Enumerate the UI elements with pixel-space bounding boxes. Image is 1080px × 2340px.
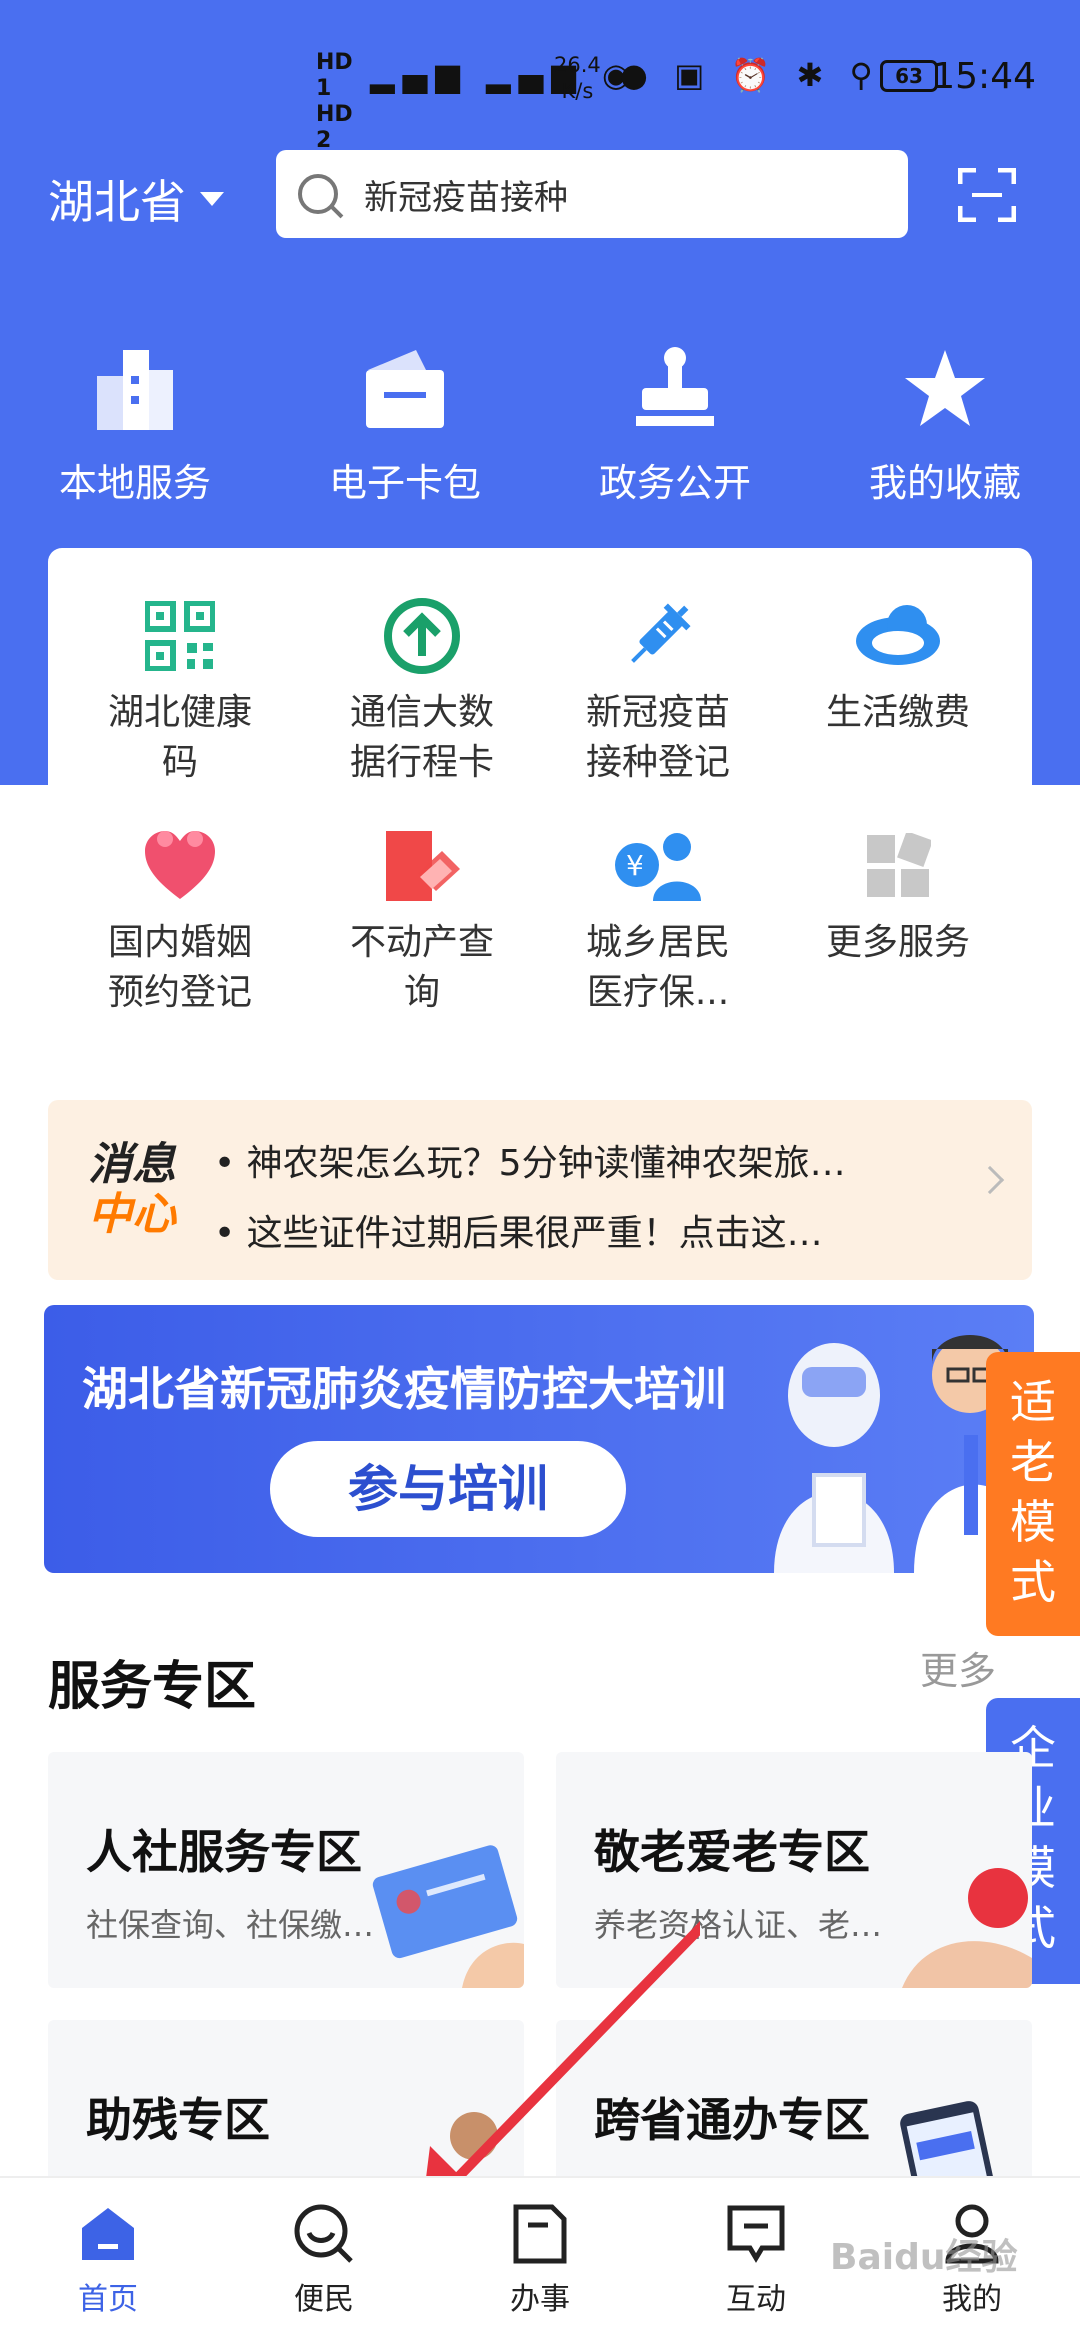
watermark: Baidu经验 bbox=[830, 2237, 1018, 2278]
network-speed: 26.4 K/s bbox=[554, 53, 601, 103]
service-label: 国内婚姻 预约登记 bbox=[107, 922, 252, 1013]
elder-mode-tab[interactable]: 适 老 模 式 bbox=[986, 1352, 1080, 1636]
province-selector[interactable]: 湖北省 bbox=[48, 166, 224, 232]
message-center[interactable]: 消息 中心 • 神农架怎么玩？5分钟读懂神农架旅… • 这些证件过期后果很严重！… bbox=[48, 1100, 1032, 1280]
nav-home[interactable]: 首页 bbox=[0, 2198, 216, 2318]
nav-affairs[interactable]: 办事 bbox=[432, 2198, 648, 2318]
quick-card-wallet[interactable]: 电子卡包 bbox=[285, 340, 525, 507]
zone-card-title: 敬老爱老专区 bbox=[594, 1825, 870, 1879]
service-label: 更多服务 bbox=[825, 922, 970, 963]
service-label: 湖北健康 码 bbox=[107, 692, 252, 783]
quick-label: 本地服务 bbox=[58, 461, 211, 505]
building-icon bbox=[97, 350, 173, 430]
zone-card-title: 助残专区 bbox=[86, 2093, 270, 2147]
status-icons: ● ▣ ⏰ ✱ ⚲ bbox=[620, 56, 881, 94]
heart-hands-illustration bbox=[902, 1868, 1032, 1988]
status-bar: HD 1 HD 2 5G 4G ▂▄▆ ▂▄▆ ◉ 26.4 K/s ● ▣ ⏰… bbox=[0, 40, 1080, 205]
zone-card-title: 人社服务专区 bbox=[86, 1825, 362, 1879]
quick-favorites[interactable]: 我的收藏 bbox=[825, 340, 1065, 507]
more-link[interactable]: 更多 bbox=[920, 1640, 996, 1695]
scan-icon[interactable] bbox=[958, 168, 1016, 222]
medical-insurance-icon: ¥ bbox=[615, 833, 701, 901]
quick-local-service[interactable]: 本地服务 bbox=[15, 340, 255, 507]
service-label: 城乡居民 医疗保... bbox=[585, 922, 730, 1013]
property-icon bbox=[386, 831, 460, 901]
nav-label: 互动 bbox=[726, 2282, 786, 2317]
syringe-icon bbox=[631, 603, 691, 663]
section-title: 服务专区 bbox=[48, 1657, 257, 1717]
service-vaccine-registration[interactable]: 新冠疫苗 接种登记 bbox=[538, 596, 778, 788]
quick-gov-open[interactable]: 政务公开 bbox=[555, 340, 795, 507]
zone-card-subtitle: 社保查询、社保缴… bbox=[86, 1906, 375, 1944]
nav-label: 首页 bbox=[78, 2282, 138, 2317]
nav-label: 办事 bbox=[510, 2282, 570, 2317]
nav-convenience[interactable]: 便民 bbox=[216, 2198, 432, 2318]
banner-title: 湖北省新冠肺炎疫情防控大培训 bbox=[82, 1362, 726, 1416]
news-item[interactable]: • 这些证件过期后果很严重！点击这… bbox=[214, 1204, 823, 1256]
clock: 15:44 bbox=[932, 56, 1036, 97]
service-more[interactable]: 更多服务 bbox=[778, 826, 1018, 968]
service-utility-payment[interactable]: 生活缴费 bbox=[778, 596, 1018, 738]
quick-label: 政务公开 bbox=[598, 461, 751, 505]
nav-label: 便民 bbox=[294, 2282, 354, 2317]
search-icon bbox=[298, 174, 338, 214]
chat-icon bbox=[727, 2205, 785, 2263]
message-center-logo: 消息 中心 bbox=[88, 1139, 176, 1240]
service-marriage[interactable]: 国内婚姻 预约登记 bbox=[60, 826, 300, 1018]
svg-text:¥: ¥ bbox=[626, 849, 644, 882]
search-placeholder: 新冠疫苗接种 bbox=[364, 177, 568, 218]
smile-search-icon bbox=[294, 2204, 353, 2263]
home-icon bbox=[82, 2208, 134, 2260]
arrow-up-circle-icon bbox=[384, 598, 460, 674]
service-label: 生活缴费 bbox=[825, 692, 970, 733]
nav-label: 我的 bbox=[942, 2282, 1002, 2317]
grid-more-icon bbox=[867, 833, 931, 897]
heart-icon bbox=[145, 831, 215, 899]
quick-label: 我的收藏 bbox=[868, 461, 1021, 505]
training-banner[interactable]: 湖北省新冠肺炎疫情防控大培训 参与培训 bbox=[44, 1305, 1034, 1573]
battery-icon: 63 bbox=[880, 60, 938, 92]
stamp-icon bbox=[636, 347, 714, 426]
service-label: 通信大数 据行程卡 bbox=[349, 692, 494, 783]
chevron-down-icon bbox=[200, 192, 224, 206]
join-training-button[interactable]: 参与培训 bbox=[270, 1441, 626, 1537]
service-label: 新冠疫苗 接种登记 bbox=[585, 692, 730, 783]
service-label: 不动产查 询 bbox=[349, 922, 494, 1013]
province-label: 湖北省 bbox=[48, 175, 186, 229]
quick-label: 电子卡包 bbox=[328, 461, 481, 505]
qr-code-icon bbox=[145, 601, 215, 671]
star-icon bbox=[905, 350, 985, 426]
service-medical-insurance[interactable]: ¥ 城乡居民 医疗保... bbox=[538, 826, 778, 1018]
chevron-right-icon bbox=[975, 1165, 1005, 1195]
news-item[interactable]: • 神农架怎么玩？5分钟读懂神农架旅… bbox=[214, 1134, 846, 1186]
service-property[interactable]: 不动产查 询 bbox=[302, 826, 542, 1018]
document-icon bbox=[513, 2204, 567, 2264]
service-health-code[interactable]: 湖北健康 码 bbox=[60, 596, 300, 788]
search-input[interactable]: 新冠疫苗接种 bbox=[276, 150, 908, 238]
card-wallet-icon bbox=[366, 350, 444, 428]
cloud-icon bbox=[856, 605, 940, 665]
service-trip-card[interactable]: 通信大数 据行程卡 bbox=[302, 596, 542, 788]
